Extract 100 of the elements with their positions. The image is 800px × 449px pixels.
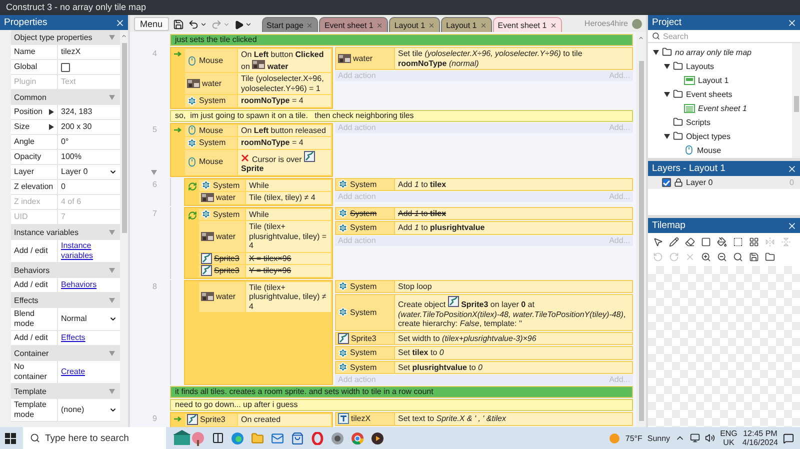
expand-toggle-icon[interactable] [664,64,670,68]
caret-icon[interactable] [200,21,207,28]
expand-arrow-icon[interactable] [49,124,54,130]
property-link[interactable]: Behaviors [61,280,97,290]
tile-palette[interactable] [648,266,800,427]
condition-cell[interactable]: On Left button released [238,124,331,136]
paint-bucket-icon[interactable] [717,237,727,247]
close-icon[interactable] [787,164,797,174]
property-value[interactable]: Normal [61,314,87,324]
mail-icon[interactable] [271,432,284,444]
checkbox[interactable] [61,62,70,72]
menu-button[interactable]: Menu [134,17,169,31]
tree-item[interactable]: Scripts [652,115,792,129]
eraser-icon[interactable] [685,237,695,247]
expand-toggle-icon[interactable] [664,92,670,96]
windows-start-icon[interactable] [5,432,16,444]
property-value[interactable]: (none) [61,405,84,415]
dropdown-caret-icon[interactable] [109,406,117,414]
section-header[interactable]: Container [11,346,120,361]
search-icon[interactable] [733,252,743,262]
avatar[interactable] [632,18,642,28]
expand-toggle-icon[interactable] [664,134,670,138]
play-icon[interactable] [234,20,244,30]
condition-cell[interactable]: While [246,180,331,191]
dropdown-caret-icon[interactable] [109,168,117,176]
pointer-icon[interactable] [653,237,663,247]
condition-cell[interactable]: On created [238,414,331,426]
landscape-widget-icon[interactable] [173,430,205,446]
media-player-icon[interactable] [371,432,384,444]
save-icon[interactable] [172,19,184,30]
store-icon[interactable] [291,432,304,444]
lock-icon[interactable] [674,178,683,187]
layer-row[interactable]: Layer 0 0 [648,176,800,189]
editor-tab[interactable]: Event sheet 1 [492,17,562,32]
expand-arrow-icon[interactable] [49,109,54,115]
close-icon[interactable] [480,22,487,28]
collapse-toggle-icon[interactable] [151,170,157,174]
region[interactable]: UK [723,438,734,447]
property-link[interactable]: Instance variables [61,241,117,261]
section-header[interactable]: Instance variables [11,225,120,240]
close-icon[interactable] [787,220,797,230]
editor-tab[interactable]: Layout 1 [441,17,492,32]
close-icon[interactable] [428,22,436,28]
section-header[interactable]: Effects [11,293,120,308]
action-cell[interactable]: Set width to (tilex+plusrightvalue-3)×96 [395,332,632,344]
scrollbar[interactable] [792,43,800,158]
clock-time[interactable]: 12:45 PM [743,429,778,438]
expand-toggle-icon[interactable] [652,50,658,54]
weather-label[interactable]: Sunny [647,434,670,442]
square-icon[interactable] [701,237,711,247]
clock-date[interactable]: 4/16/2024 [742,438,778,447]
app-icon[interactable] [331,432,344,444]
ring-icon[interactable] [311,432,324,444]
action-cell[interactable]: Set plusrightvalue to 0 [395,362,632,373]
property-value[interactable]: Layer 0 [61,167,88,177]
property-link[interactable]: Effects [61,333,86,343]
save-icon[interactable] [749,252,759,262]
section-header[interactable]: Common [11,90,120,105]
condition-cell[interactable]: Tile (yoloselecter.X÷96, yoloselecter.Y÷96) = 1 [238,73,331,94]
grid-icon[interactable] [749,237,759,247]
condition-cell[interactable]: While [246,208,331,220]
editor-tab[interactable]: Start page [262,17,318,32]
scrollbar[interactable] [636,32,646,427]
pencil-icon[interactable] [669,237,679,247]
action-cell[interactable]: Set text to Sprite.X & ' , ' &tilex [395,413,632,424]
undo-icon[interactable] [188,19,199,30]
tree-item[interactable]: Event sheets [652,87,792,101]
action-cell[interactable]: Set tile (yoloselecter.X÷96, yoloselecter.Y÷96) to tile roomNoType (normal) [395,48,632,69]
zoom-out-icon[interactable] [717,252,727,262]
caret-icon[interactable] [244,21,252,28]
tree-item[interactable]: Object types [652,129,792,143]
notification-icon[interactable] [783,432,794,444]
action-cell[interactable]: Create object Sprite3 on layer 0 at (water.TileToPositionX(tilex)-48, water.TileToPositionY(tiley)-48), create hierarchy: False, template: '' [395,295,632,330]
action-cell[interactable]: Add 1 to plusrightvalue [395,222,632,234]
checkbox[interactable] [662,178,671,187]
editor-tab[interactable]: Layout 1 [389,17,440,32]
condition-cell[interactable]: roomNoType = 4 [238,95,331,106]
taskbar-search-field[interactable]: Type here to search [23,427,166,449]
action-cell[interactable]: Add 1 to tilex [395,178,632,190]
condition-cell[interactable]: Cursor is over Sprite [238,150,331,174]
section-header[interactable]: Behaviors [11,263,120,278]
dropdown-caret-icon[interactable] [109,315,117,323]
close-icon[interactable] [550,22,557,28]
editor-tab[interactable]: Event sheet 1 [319,17,388,32]
condition-cell[interactable]: Tile (tilex, tiley) ≠ 4 [246,192,331,204]
task-view-icon[interactable] [212,432,224,444]
tree-item[interactable]: Layout 1 [652,73,792,87]
temperature[interactable]: 75°F [625,434,642,442]
close-icon[interactable] [115,18,125,28]
condition-cell[interactable]: Tile (tilex+ plusrightvalue, tiley) ≠ 4 [246,282,331,312]
tree-item[interactable]: Event sheet 1 [652,101,792,115]
condition-cell[interactable]: roomNoType = 4 [238,137,331,148]
condition-cell[interactable]: Tile (tilex+ plusrightvalue, tiley) = 4 [246,221,331,252]
zoom-in-icon[interactable] [701,252,711,262]
section-header[interactable]: Template [11,384,120,399]
language[interactable]: ENG [720,429,738,438]
close-icon[interactable] [787,18,797,28]
browser-icon[interactable] [231,432,244,444]
tree-item[interactable]: Layouts [652,59,792,73]
chrome-icon[interactable] [351,432,364,444]
